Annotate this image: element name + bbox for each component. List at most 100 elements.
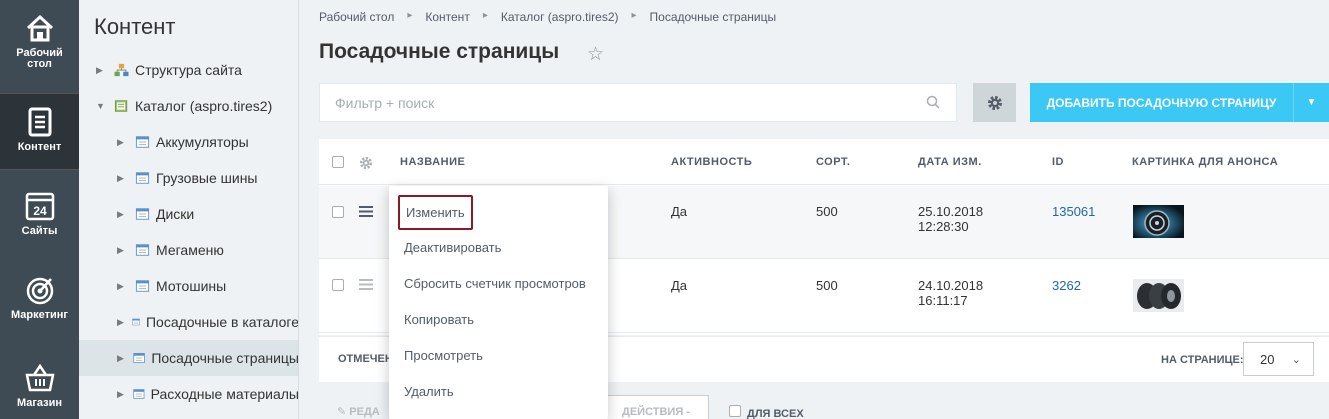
column-header-active[interactable]: АКТИВНОСТЬ <box>671 156 752 168</box>
group-edit-button[interactable]: ✎ РЕДА <box>337 405 380 418</box>
calendar-icon: 24 <box>25 192 54 221</box>
breadcrumb-separator-icon: ▸ <box>631 10 637 21</box>
cell-active: Да <box>671 204 688 219</box>
iblock-icon <box>135 172 150 184</box>
calendar-badge: 24 <box>33 204 47 218</box>
cell-date-day: 25.10.2018 <box>918 204 984 219</box>
menu-marketing-label: Маркетинг <box>11 309 68 321</box>
column-settings-gear-icon[interactable] <box>359 156 373 170</box>
group-actions-select[interactable]: ДЕЙСТВИЯ - <box>591 395 709 419</box>
add-landing-page-button[interactable]: ДОБАВИТЬ ПОСАДОЧНУЮ СТРАНИЦУ ▼ <box>1030 83 1329 122</box>
column-header-preview-image[interactable]: КАРТИНКА ДЛЯ АНОНСА <box>1132 156 1278 168</box>
breadcrumb-item[interactable]: Контент <box>425 10 469 24</box>
menu-item-edit[interactable]: Изменить <box>398 195 473 230</box>
cell-date: 24.10.2018 16:11:17 <box>918 278 983 308</box>
filter-search-input[interactable]: Фильтр + поиск <box>319 83 957 122</box>
per-page-value: 20 <box>1260 351 1275 367</box>
selected-count-label: ОТМЕЧЕН <box>338 353 393 365</box>
column-header-name[interactable]: НАЗВАНИЕ <box>400 156 465 168</box>
cell-id-link[interactable]: 3262 <box>1052 278 1081 293</box>
tree-node-landing-in-catalog[interactable]: ▶ Посадочные в каталоге <box>117 304 299 340</box>
menu-shop-label: Магазин <box>16 397 63 409</box>
expand-arrow-icon[interactable]: ▶ <box>117 389 125 400</box>
catalog-icon <box>114 100 128 112</box>
search-icon[interactable] <box>926 95 940 109</box>
basket-icon <box>24 363 55 392</box>
expand-arrow-icon[interactable]: ▶ <box>117 173 127 184</box>
filter-placeholder: Фильтр + поиск <box>335 94 435 111</box>
breadcrumb-separator-icon: ▸ <box>482 10 488 21</box>
add-dropdown-chevron-icon[interactable]: ▼ <box>1293 83 1329 122</box>
per-page-select[interactable]: 20 ⌄ <box>1243 342 1314 376</box>
cell-sort: 500 <box>816 204 838 219</box>
tree-node-label: Грузовые шины <box>156 170 258 186</box>
expand-arrow-icon[interactable]: ▶ <box>117 353 125 364</box>
tree-node-site-structure[interactable]: ▶ Структура сайта <box>96 52 298 88</box>
menu-shop[interactable]: Магазин <box>0 362 79 419</box>
menu-item-reset-views[interactable]: Сбросить счетчик просмотров <box>404 276 586 291</box>
expand-arrow-icon[interactable]: ▶ <box>117 137 127 148</box>
home-icon <box>26 14 53 42</box>
tree-node-consumables[interactable]: ▶ Расходные материалы <box>117 376 298 412</box>
menu-desktop[interactable]: Рабочий стол <box>0 12 79 82</box>
tree-node-megamenu[interactable]: ▶ Мегаменю <box>117 232 298 268</box>
cell-id-link[interactable]: 135061 <box>1052 204 1095 219</box>
expand-arrow-icon[interactable]: ▶ <box>117 209 127 220</box>
breadcrumb-separator-icon: ▸ <box>407 10 413 21</box>
favorite-star-icon[interactable]: ☆ <box>587 43 604 66</box>
expand-arrow-icon[interactable]: ▶ <box>96 65 106 76</box>
group-edit-label: РЕДА <box>349 406 380 418</box>
column-header-id[interactable]: ID <box>1052 156 1064 168</box>
expand-arrow-icon[interactable]: ▶ <box>117 281 127 292</box>
tree-title: Контент <box>94 14 176 39</box>
iblock-icon <box>135 136 150 148</box>
menu-content-label: Контент <box>17 141 62 153</box>
expand-arrow-icon[interactable]: ▶ <box>117 245 127 256</box>
preview-image-tires[interactable] <box>1133 279 1184 312</box>
iblock-icon <box>133 353 145 363</box>
expand-arrow-icon[interactable]: ▶ <box>117 317 124 328</box>
row-actions-menu-icon[interactable] <box>359 279 373 290</box>
iblock-icon <box>132 318 140 326</box>
chevron-down-icon: ⌄ <box>1291 354 1301 366</box>
tree-node-wheels[interactable]: ▶ Диски <box>117 196 298 232</box>
tree-node-label: Каталог (aspro.tires2) <box>135 98 273 114</box>
for-all-checkbox[interactable] <box>729 405 741 417</box>
cell-active: Да <box>671 278 688 293</box>
iblock-icon <box>133 389 145 399</box>
menu-item-view[interactable]: Просмотреть <box>404 348 483 363</box>
tree-node-catalog[interactable]: ▼ Каталог (aspro.tires2) <box>96 88 298 124</box>
row-actions-menu-icon[interactable] <box>359 206 373 217</box>
menu-item-copy[interactable]: Копировать <box>404 312 474 327</box>
menu-marketing[interactable]: Маркетинг <box>0 274 79 329</box>
cell-date: 25.10.2018 12:28:30 <box>918 204 983 234</box>
menu-item-delete[interactable]: Удалить <box>404 384 454 399</box>
menu-content[interactable]: Контент <box>0 93 79 170</box>
tree-node-label: Диски <box>156 206 195 222</box>
tree-node-label: Мотошины <box>156 278 227 294</box>
breadcrumb-item[interactable]: Каталог (aspro.tires2) <box>501 10 619 24</box>
left-menu: Рабочий стол Контент 24 Сайты Маркетинг <box>0 0 79 419</box>
settings-button[interactable] <box>973 83 1016 122</box>
tree-node-landing-pages[interactable]: ▶ Посадочные страницы <box>79 340 298 376</box>
row-checkbox[interactable] <box>332 206 344 218</box>
column-header-date[interactable]: ДАТА ИЗМ. <box>918 156 982 168</box>
collapse-arrow-icon[interactable]: ▼ <box>96 101 106 111</box>
preview-image-wheel[interactable] <box>1133 205 1184 238</box>
menu-desktop-label-2: стол <box>27 58 52 70</box>
add-button-label: ДОБАВИТЬ ПОСАДОЧНУЮ СТРАНИЦУ <box>1046 95 1277 110</box>
row-checkbox[interactable] <box>332 279 344 291</box>
column-header-sort[interactable]: СОРТ. <box>816 156 850 168</box>
tree-node-label: Посадочные в каталоге <box>145 314 299 330</box>
menu-sites[interactable]: 24 Сайты <box>0 190 79 245</box>
tree-node-batteries[interactable]: ▶ Аккумуляторы <box>117 124 298 160</box>
tree-node-moto-tires[interactable]: ▶ Мотошины <box>117 268 298 304</box>
breadcrumb-item[interactable]: Рабочий стол <box>319 10 394 24</box>
iblock-icon <box>135 280 150 292</box>
menu-item-deactivate[interactable]: Деактивировать <box>404 240 501 255</box>
breadcrumb-item[interactable]: Посадочные страницы <box>650 10 777 24</box>
select-all-checkbox[interactable] <box>332 156 344 168</box>
tree-node-truck-tires[interactable]: ▶ Грузовые шины <box>117 160 298 196</box>
for-all-label: ДЛЯ ВСЕХ <box>747 408 804 419</box>
iblock-icon <box>135 244 150 256</box>
